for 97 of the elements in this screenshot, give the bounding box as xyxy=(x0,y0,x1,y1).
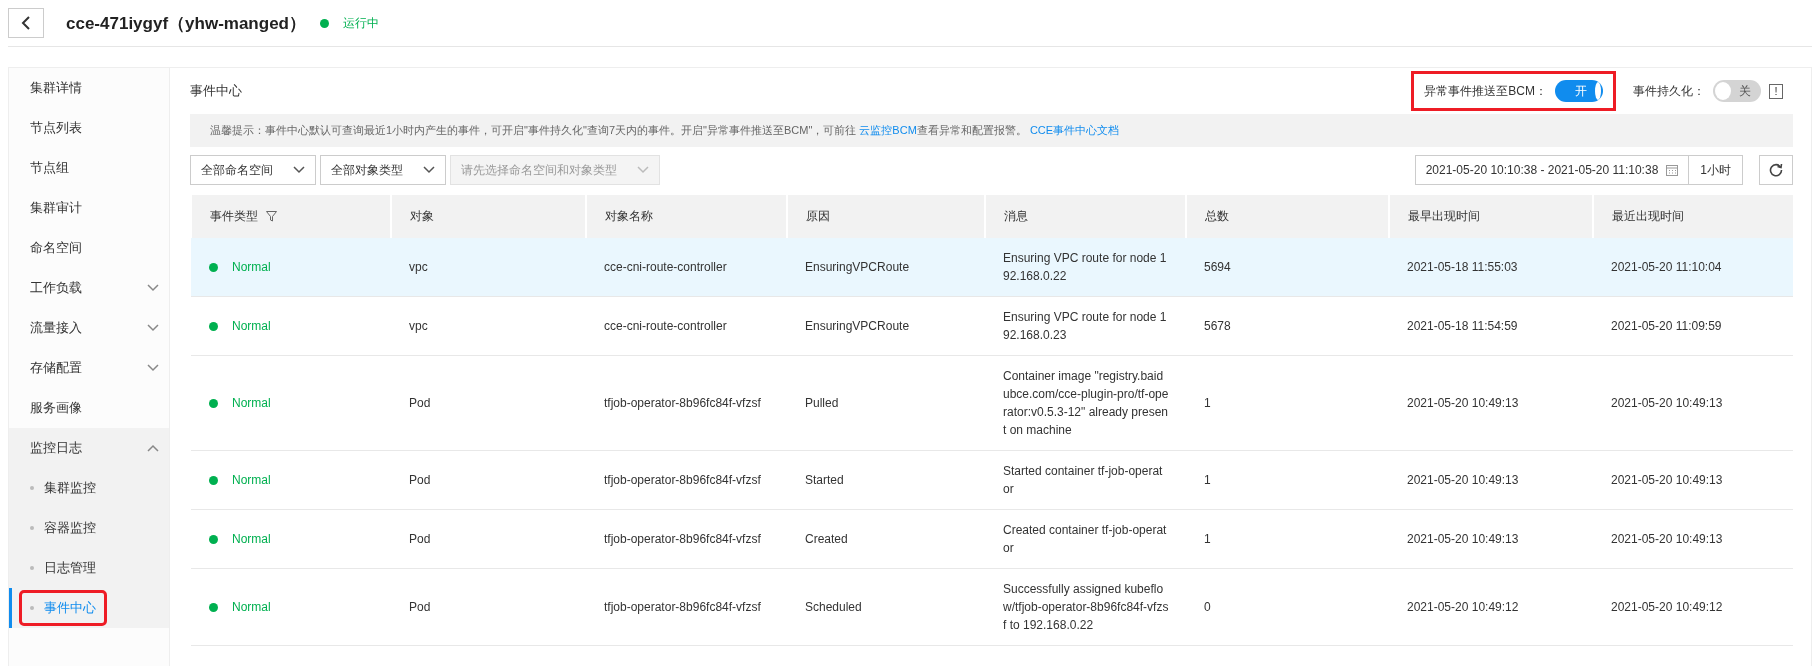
table-cell: 2021-05-20 11:10:04 xyxy=(1593,238,1793,297)
table-cell: 5678 xyxy=(1186,296,1389,356)
table-cell: Ensuring VPC route for node 192.168.0.22 xyxy=(985,238,1186,297)
table-cell: 2021-05-18 11:55:03 xyxy=(1389,238,1593,297)
table-cell: 2021-05-20 10:49:12 xyxy=(1389,568,1593,646)
table-cell: 2021-05-20 10:49:13 xyxy=(1389,450,1593,510)
table-cell: 2021-05-20 10:49:13 xyxy=(1389,509,1593,569)
table-row[interactable]: Normal Pod tfjob-operator-8b96fc84f-vfzsf Started Started container tf-job-operator 1 2021-05-20 10:49:13 2021-05-20 10:49:13 xyxy=(191,450,1793,510)
caret-icon xyxy=(637,166,649,174)
sidebar-item[interactable]: 节点组 xyxy=(9,148,169,188)
table-cell: 2021-05-20 10:49:13 xyxy=(1389,355,1593,451)
table-cell: 1 xyxy=(1186,509,1389,569)
table-cell: Successfully assigned kubeflow/tfjob-operator-8b96fc84f-vfzsf to 192.168.0.22 xyxy=(985,568,1186,646)
table-cell: tfjob-operator-8b96fc84f-vfzsf xyxy=(586,450,787,510)
table-cell: Ensuring VPC route for node 192.168.0.23 xyxy=(985,296,1186,356)
table-cell: EnsuringVPCRoute xyxy=(787,296,985,356)
filter-icon[interactable] xyxy=(266,211,277,222)
column-header: 事件类型 xyxy=(191,195,391,238)
info-icon[interactable]: ! xyxy=(1769,83,1783,99)
table-cell: Created container tf-job-operator xyxy=(985,509,1186,569)
table-cell: 0 xyxy=(1186,568,1389,646)
table-cell-text: Normal xyxy=(232,259,271,276)
table-cell: 2021-05-20 10:49:13 xyxy=(1593,450,1793,510)
filter-select[interactable]: 全部命名空间 xyxy=(190,155,316,185)
table-cell: 2021-05-20 10:49:13 xyxy=(1593,509,1793,569)
column-header: 对象名称 xyxy=(586,195,787,238)
chevron-down-icon[interactable] xyxy=(147,324,159,332)
table-cell-text: Normal xyxy=(232,599,271,616)
sidebar-item[interactable]: 工作负载 xyxy=(9,268,169,308)
table-cell: Scheduled xyxy=(787,568,985,646)
table-cell: 2021-05-18 11:54:59 xyxy=(1389,296,1593,356)
table-cell: Started container tf-job-operator xyxy=(985,450,1186,510)
refresh-button[interactable] xyxy=(1759,155,1793,185)
table-cell-text: Normal xyxy=(232,472,271,489)
chevron-down-icon[interactable] xyxy=(147,364,159,372)
sidebar-item[interactable]: 存储配置 xyxy=(9,348,169,388)
table-cell: 2021-05-20 11:09:59 xyxy=(1593,296,1793,356)
table-cell: Pod xyxy=(391,355,586,451)
toggle-switch[interactable]: 关 xyxy=(1713,80,1761,102)
column-header: 最早出现时间 xyxy=(1389,195,1593,238)
table-cell: tfjob-operator-8b96fc84f-vfzsf xyxy=(586,355,787,451)
calendar-icon xyxy=(1666,164,1679,176)
table-cell: cce-cni-route-controller xyxy=(586,238,787,297)
table-cell: Started xyxy=(787,450,985,510)
table-cell: Pod xyxy=(391,568,586,646)
filter-select[interactable]: 全部对象类型 xyxy=(320,155,446,185)
table-cell-text: Normal xyxy=(232,318,271,335)
table-cell: 1 xyxy=(1186,450,1389,510)
table-cell: EnsuringVPCRoute xyxy=(787,238,985,297)
sidebar-item[interactable]: 服务画像 xyxy=(9,388,169,428)
sidebar-item[interactable]: 节点列表 xyxy=(9,108,169,148)
sidebar-item[interactable]: 命名空间 xyxy=(9,228,169,268)
table-row[interactable]: Normal vpc cce-cni-route-controller EnsuringVPCRoute Ensuring VPC route for node 192.168.0.23 5678 2021-05-18 11:54:59 2021-05-20 11:09:59 xyxy=(191,296,1793,356)
column-header: 原因 xyxy=(787,195,985,238)
chevron-down-icon[interactable] xyxy=(147,284,159,292)
caret-icon xyxy=(293,166,305,174)
table-cell-text: Normal xyxy=(232,395,271,412)
cluster-title: cce-471iygyf（yhw-manged） xyxy=(66,12,306,35)
table-cell: 2021-05-20 10:49:13 xyxy=(1593,355,1793,451)
sidebar-item[interactable]: 集群详情 xyxy=(9,68,169,108)
caret-icon xyxy=(423,166,435,174)
table-row[interactable]: Normal Pod tfjob-operator-8b96fc84f-vfzsf Scheduled Successfully assigned kubeflow/tfjob-operator-8b96fc84f-vfzsf to 192.168.0.22 0 2021-05-20 10:49:12 2021-05-20 10:49:12 xyxy=(191,568,1793,646)
table-row[interactable]: Normal Pod tfjob-operator-8b96fc84f-vfzsf Pulled Container image "registry.baidubce.com/cce-plugin-pro/tf-operator:v0.5.3-12" already present on machine 1 2021-05-20 10:49:13 2021-05-20 10:49:13 xyxy=(191,355,1793,451)
sidebar-item[interactable]: 监控日志 xyxy=(9,428,169,468)
switch-label: 事件持久化： xyxy=(1633,82,1705,100)
table-cell: Container image "registry.baidubce.com/cce-plugin-pro/tf-operator:v0.5.3-12" already present on machine xyxy=(985,355,1186,451)
table-cell: 1 xyxy=(1186,355,1389,451)
status-text: 运行中 xyxy=(342,14,379,32)
toggle-switch[interactable]: 开 xyxy=(1555,80,1603,102)
panel-title: 事件中心 xyxy=(190,82,242,100)
table-cell: tfjob-operator-8b96fc84f-vfzsf xyxy=(586,509,787,569)
sidebar-subitem[interactable]: 日志管理 xyxy=(9,548,169,588)
table-cell-text: Normal xyxy=(232,531,271,548)
table-cell: Pod xyxy=(391,450,586,510)
table-cell: tfjob-operator-8b96fc84f-vfzsf xyxy=(586,568,787,646)
column-header: 消息 xyxy=(985,195,1186,238)
sidebar-item[interactable]: 集群审计 xyxy=(9,188,169,228)
sidebar-item[interactable]: 流量接入 xyxy=(9,308,169,348)
sidebar-subitem[interactable]: 容器监控 xyxy=(9,508,169,548)
refresh-icon xyxy=(1769,163,1783,177)
table-cell: Created xyxy=(787,509,985,569)
column-header: 最近出现时间 xyxy=(1593,195,1793,238)
table-cell: Pulled xyxy=(787,355,985,451)
table-cell: 2021-05-20 10:49:12 xyxy=(1593,568,1793,646)
column-header: 总数 xyxy=(1186,195,1389,238)
hint-text: 温馨提示：事件中心默认可查询最近1小时内产生的事件，可开启"事件持久化"查询7天内的事件。开启"异常事件推送至BCM"，可前往 云监控BCM查看异常和配置报警。 CCE事件中心文档 xyxy=(190,114,1793,147)
table-cell: cce-cni-route-controller xyxy=(586,296,787,356)
column-header: 对象 xyxy=(391,195,586,238)
table-cell: Pod xyxy=(391,509,586,569)
table-cell: vpc xyxy=(391,238,586,297)
table-row[interactable]: Normal Pod tfjob-operator-8b96fc84f-vfzsf Created Created container tf-job-operator 1 2021-05-20 10:49:13 2021-05-20 10:49:13 xyxy=(191,509,1793,569)
table-cell: 5694 xyxy=(1186,238,1389,297)
table-cell: vpc xyxy=(391,296,586,356)
back-button[interactable] xyxy=(8,8,44,38)
switch-label: 异常事件推送至BCM： xyxy=(1424,82,1547,100)
chevron-up-icon[interactable] xyxy=(147,444,159,452)
sidebar-subitem[interactable]: 集群监控 xyxy=(9,468,169,508)
